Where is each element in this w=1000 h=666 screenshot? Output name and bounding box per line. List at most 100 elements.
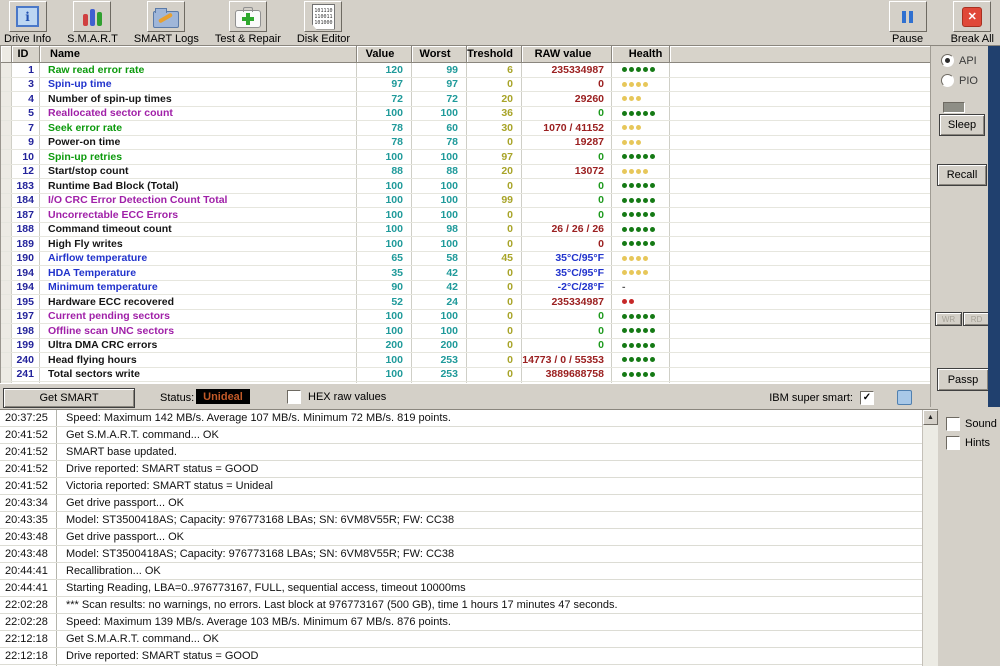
toolbar-button-drive-info[interactable]: iDrive Info: [4, 1, 51, 45]
attribute-treshold: 0: [467, 237, 522, 251]
smart-row-190[interactable]: 190Airflow temperature65584535°C/95°F: [1, 252, 931, 267]
log-entry[interactable]: 20:41:52Drive reported: SMART status = G…: [0, 461, 938, 478]
toolbar-button-disk-editor[interactable]: 101110110011101000Disk Editor: [297, 1, 350, 45]
log-scrollbar[interactable]: ▲: [922, 410, 938, 666]
attribute-treshold: 6: [467, 63, 522, 77]
row-gutter: [1, 310, 12, 324]
hex-raw-values-checkbox[interactable]: HEX raw values: [287, 390, 386, 404]
smart-row-195[interactable]: 195Hardware ECC recovered52240235334987: [1, 295, 931, 310]
smart-row-7[interactable]: 7Seek error rate7860301070 / 41152: [1, 121, 931, 136]
log-entry[interactable]: 20:43:34Get drive passport... OK: [0, 495, 938, 512]
attribute-raw-value: 0: [522, 179, 612, 193]
side-panel: API PIO Sleep Recall WR RD Passp: [930, 46, 989, 407]
log-entry[interactable]: 20:43:35Model: ST3500418AS; Capacity: 97…: [0, 512, 938, 529]
log-entry[interactable]: 20:41:52SMART base updated.: [0, 444, 938, 461]
smart-row-12[interactable]: 12Start/stop count88882013072: [1, 165, 931, 180]
health-dot-green: [643, 372, 648, 377]
smart-row-199[interactable]: 199Ultra DMA CRC errors20020000: [1, 339, 931, 354]
test-repair-icon: [235, 10, 261, 28]
health-dot-green: [643, 198, 648, 203]
health-dot-yellow: [636, 125, 641, 130]
attribute-id: 198: [12, 324, 40, 338]
smart-row-1[interactable]: 1Raw read error rate120996235334987: [1, 63, 931, 78]
column-header-value[interactable]: Value: [357, 46, 412, 62]
attribute-treshold: 30: [467, 121, 522, 135]
column-header-id[interactable]: ID: [12, 46, 40, 62]
recall-button[interactable]: Recall: [937, 164, 987, 186]
toolbar-button-break-all[interactable]: ✕Break All: [951, 1, 994, 45]
log-entry[interactable]: 22:12:18Get S.M.A.R.T. command... OK: [0, 631, 938, 648]
smart-row-184[interactable]: 184I/O CRC Error Detection Count Total10…: [1, 194, 931, 209]
passport-button[interactable]: Passp: [937, 368, 989, 391]
smart-row-4[interactable]: 4Number of spin-up times72722029260: [1, 92, 931, 107]
hints-checkbox[interactable]: Hints: [946, 436, 990, 450]
smart-row-194[interactable]: 194HDA Temperature3542035°C/95°F: [1, 266, 931, 281]
sound-checkbox[interactable]: Sound: [946, 417, 997, 431]
sleep-button[interactable]: Sleep: [939, 114, 985, 136]
attribute-id: 187: [12, 208, 40, 222]
smart-row-198[interactable]: 198Offline scan UNC sectors10010000: [1, 324, 931, 339]
hints-checkbox-label: Hints: [965, 437, 990, 449]
log-entry[interactable]: 20:43:48Model: ST3500418AS; Capacity: 97…: [0, 546, 938, 563]
scroll-up-icon[interactable]: ▲: [923, 410, 938, 425]
attribute-name: Reallocated sector count: [40, 107, 357, 121]
wr-button[interactable]: WR: [935, 312, 962, 326]
toolbar: iDrive Info S.M.A.R.T SMART Logs Test & Rep…: [0, 0, 1000, 46]
health-dot-green: [636, 241, 641, 246]
log-entry[interactable]: 20:41:52Victoria reported: SMART status …: [0, 478, 938, 495]
rd-button[interactable]: RD: [963, 312, 990, 326]
smart-row-187[interactable]: 187Uncorrectable ECC Errors10010000: [1, 208, 931, 223]
health-dot-green: [622, 67, 627, 72]
attribute-worst: 253: [412, 353, 467, 367]
log-entry[interactable]: 20:41:52Get S.M.A.R.T. command... OK: [0, 427, 938, 444]
log-entry[interactable]: 22:02:28*** Scan results: no warnings, n…: [0, 597, 938, 614]
smart-row-5[interactable]: 5Reallocated sector count100100360: [1, 107, 931, 122]
log-entry[interactable]: 20:37:25Speed: Maximum 142 MB/s. Average…: [0, 410, 938, 427]
log-message: Starting Reading, LBA=0..976773167, FULL…: [57, 582, 466, 594]
log-entry[interactable]: 20:44:41Recallibration... OK: [0, 563, 938, 580]
smart-row-241[interactable]: 241Total sectors write10025303889688758: [1, 368, 931, 383]
toolbar-button-test-repair[interactable]: Test & Repair: [215, 1, 281, 45]
row-gutter: [1, 150, 12, 164]
radio-api[interactable]: API: [941, 54, 977, 67]
attribute-worst: 100: [412, 107, 467, 121]
health-dot-green: [629, 357, 634, 362]
smart-row-3[interactable]: 3Spin-up time979700: [1, 78, 931, 93]
ibm-super-smart-checkbox[interactable]: IBM super smart: ✓: [769, 390, 912, 405]
log-entry[interactable]: 20:43:48Get drive passport... OK: [0, 529, 938, 546]
smart-row-188[interactable]: 188Command timeout count10098026 / 26 / …: [1, 223, 931, 238]
get-smart-button[interactable]: Get SMART: [3, 388, 135, 408]
log-timestamp: 20:44:41: [0, 580, 57, 596]
health-dot-yellow: [622, 125, 627, 130]
smart-row-194[interactable]: 194Minimum temperature90420-2°C/28°F-: [1, 281, 931, 296]
attribute-treshold: 20: [467, 165, 522, 179]
log-entry[interactable]: 22:12:18Drive reported: SMART status = G…: [0, 648, 938, 665]
smart-row-197[interactable]: 197Current pending sectors10010000: [1, 310, 931, 325]
attribute-worst: 253: [412, 368, 467, 382]
attribute-health: [612, 194, 670, 208]
smart-row-10[interactable]: 10Spin-up retries100100970: [1, 150, 931, 165]
sound-checkbox-icon: [946, 417, 960, 431]
attribute-treshold: 0: [467, 78, 522, 92]
smart-row-9[interactable]: 9Power-on time7878019287: [1, 136, 931, 151]
column-header-name[interactable]: Name: [40, 46, 357, 62]
column-header-raw-value[interactable]: RAW value: [522, 46, 612, 62]
attribute-health: [612, 266, 670, 280]
health-dot-yellow: [622, 270, 627, 275]
toolbar-left-group: iDrive Info S.M.A.R.T SMART Logs Test & Rep…: [4, 1, 350, 45]
toolbar-button-smart-logs[interactable]: SMART Logs: [134, 1, 199, 45]
smart-row-240[interactable]: 240Head flying hours100253014773 / 0 / 5…: [1, 353, 931, 368]
toolbar-button-s-m-a-r-t[interactable]: S.M.A.R.T: [67, 1, 118, 45]
attribute-id: 195: [12, 295, 40, 309]
log-entry[interactable]: 22:02:28Speed: Maximum 139 MB/s. Average…: [0, 614, 938, 631]
toolbar-button-pause[interactable]: Pause: [889, 1, 927, 45]
radio-pio[interactable]: PIO: [941, 74, 978, 87]
smart-row-189[interactable]: 189High Fly writes10010000: [1, 237, 931, 252]
attribute-value: 100: [357, 150, 412, 164]
column-header-treshold[interactable]: Treshold: [467, 46, 522, 62]
log-entry[interactable]: 20:44:41Starting Reading, LBA=0..9767731…: [0, 580, 938, 597]
smart-row-183[interactable]: 183Runtime Bad Block (Total)10010000: [1, 179, 931, 194]
column-header-worst[interactable]: Worst: [412, 46, 467, 62]
column-header-health[interactable]: Health: [612, 46, 670, 62]
health-dot-green: [636, 67, 641, 72]
